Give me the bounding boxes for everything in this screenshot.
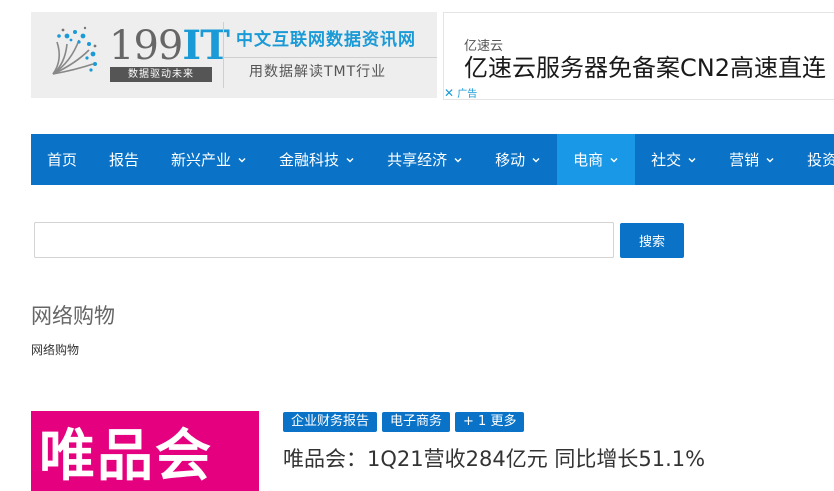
page-title: 网络购物 xyxy=(31,304,115,328)
ad-headline: 亿速云服务器免备案CN2高速直连 xyxy=(464,54,826,82)
nav-item-home[interactable]: 首页 xyxy=(31,134,93,185)
nav-item-label: 电商 xyxy=(573,151,604,169)
logo-tagline: 数据驱动未来 xyxy=(110,67,212,82)
breadcrumb[interactable]: 网络购物 xyxy=(31,342,79,358)
nav-item-mobile[interactable]: 移动 xyxy=(479,134,557,185)
logo-slogan-primary: 中文互联网数据资讯网 xyxy=(236,30,416,50)
logo-dandelion-icon xyxy=(52,26,97,75)
ad-brand: 亿速云 xyxy=(464,39,504,54)
nav-item-emerging-industries[interactable]: 新兴产业 xyxy=(155,134,263,185)
nav-item-label: 金融科技 xyxy=(279,151,340,169)
ad-label[interactable]: ✕ 广告 xyxy=(444,86,477,102)
nav-item-fintech[interactable]: 金融科技 xyxy=(263,134,371,185)
main-nav: 首页 报告 新兴产业 金融科技 共享经济 移动 电商 社交 营销 投资 xyxy=(31,134,834,185)
logo-slogan-divider xyxy=(224,57,437,58)
nav-item-label: 报告 xyxy=(109,151,140,169)
logo-divider xyxy=(223,22,224,88)
nav-item-social[interactable]: 社交 xyxy=(635,134,713,185)
chevron-down-icon xyxy=(346,157,354,162)
nav-item-reports[interactable]: 报告 xyxy=(93,134,155,185)
header-ad-banner[interactable]: 亿速云 亿速云服务器免备案CN2高速直连 xyxy=(443,12,834,100)
chevron-down-icon xyxy=(610,157,618,162)
nav-item-label: 社交 xyxy=(651,151,682,169)
tag-financial-report[interactable]: 企业财务报告 xyxy=(283,412,378,432)
chevron-down-icon xyxy=(766,157,774,162)
logo-wordmark: 199IT xyxy=(109,23,230,69)
nav-item-investment[interactable]: 投资 xyxy=(791,134,834,185)
article-thumbnail[interactable]: 唯品会 xyxy=(31,411,259,491)
nav-item-label: 新兴产业 xyxy=(171,151,232,169)
search-input[interactable] xyxy=(34,222,614,258)
chevron-down-icon xyxy=(454,157,462,162)
tag-more[interactable]: + 1 更多 xyxy=(455,412,525,432)
thumbnail-logo-text: 唯品会 xyxy=(39,424,213,489)
tag-ecommerce[interactable]: 电子商务 xyxy=(382,412,451,432)
nav-item-label: 营销 xyxy=(729,151,760,169)
site-logo[interactable]: 199IT 数据驱动未来 中文互联网数据资讯网 用数据解读TMT行业 xyxy=(31,12,437,98)
logo-it: IT xyxy=(182,22,229,69)
nav-item-label: 投资 xyxy=(807,151,834,169)
article-tags: 企业财务报告 电子商务 + 1 更多 xyxy=(283,412,525,432)
nav-item-marketing[interactable]: 营销 xyxy=(713,134,791,185)
chevron-down-icon xyxy=(532,157,540,162)
ad-label-text: 广告 xyxy=(457,89,478,100)
search-button[interactable]: 搜索 xyxy=(620,223,684,258)
chevron-down-icon xyxy=(238,157,246,162)
chevron-down-icon xyxy=(688,157,696,162)
logo-slogan-secondary: 用数据解读TMT行业 xyxy=(249,64,387,80)
logo-number: 199 xyxy=(109,23,183,69)
nav-item-label: 共享经济 xyxy=(387,151,448,169)
ad-close-icon[interactable]: ✕ xyxy=(444,86,454,100)
nav-item-label: 移动 xyxy=(495,151,526,169)
nav-item-ecommerce[interactable]: 电商 xyxy=(557,134,636,185)
nav-item-label: 首页 xyxy=(47,151,78,169)
nav-item-sharing-economy[interactable]: 共享经济 xyxy=(371,134,479,185)
article-title[interactable]: 唯品会：1Q21营收284亿元 同比增长51.1% xyxy=(283,444,705,474)
